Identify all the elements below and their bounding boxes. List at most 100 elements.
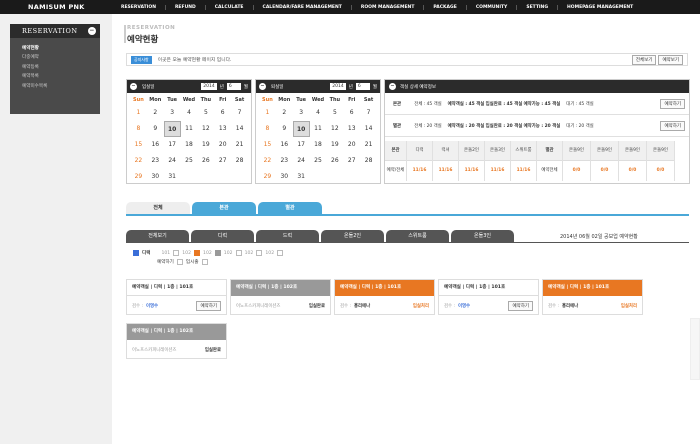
- sidebar-item-unpaid[interactable]: 예약미수목록: [22, 82, 100, 91]
- calendar-day[interactable]: 2: [276, 105, 293, 121]
- tab-main[interactable]: 본관: [192, 202, 256, 214]
- collapse-icon[interactable]: −: [88, 27, 96, 35]
- room-card[interactable]: 예약객실 | 디럭 | 1층 | 101호 검수 : 홍리에나 입실처리: [334, 279, 435, 315]
- tab-all[interactable]: 전체: [126, 202, 190, 214]
- reserve-button[interactable]: 예약하기: [660, 98, 685, 109]
- tab-deluxe[interactable]: 디럭: [191, 230, 254, 242]
- calendar-day[interactable]: 27: [214, 153, 231, 169]
- tab-drug[interactable]: 드럭: [256, 230, 319, 242]
- calendar-day[interactable]: 31: [293, 169, 310, 185]
- calendar-day[interactable]: 18: [310, 137, 327, 153]
- calendar-day[interactable]: 13: [343, 121, 360, 137]
- calendar-day[interactable]: 30: [147, 169, 164, 185]
- room-card[interactable]: 예약객실 | 디럭 | 1층 | 102호 이노프스카피니레이션즈 입실완료: [126, 323, 227, 359]
- calendar-day[interactable]: 22: [130, 153, 147, 169]
- calendar-day[interactable]: 31: [164, 169, 181, 185]
- calendar-day[interactable]: 7: [360, 105, 377, 121]
- calendar-day[interactable]: 19: [326, 137, 343, 153]
- reserve-button[interactable]: 예약하기: [196, 300, 221, 311]
- calendar-day[interactable]: 1: [259, 105, 276, 121]
- nav-item-calendar[interactable]: CALENDAR/FARE MANAGEMENT: [252, 4, 351, 10]
- legend-checkbox[interactable]: [133, 250, 139, 256]
- room-card[interactable]: 예약객실 | 디럭 | 1층 | 102호 이노프스카피니레이션즈 입실완료: [230, 279, 331, 315]
- calendar-day[interactable]: 29: [259, 169, 276, 185]
- calendar-day[interactable]: 6: [343, 105, 360, 121]
- nav-item-community[interactable]: COMMUNITY: [465, 4, 517, 10]
- calendar-day[interactable]: 24: [164, 153, 181, 169]
- calendar-day[interactable]: 17: [293, 137, 310, 153]
- calendar-day[interactable]: 27: [343, 153, 360, 169]
- tab-suite[interactable]: 스위트룸: [386, 230, 449, 242]
- calendar-day[interactable]: 9: [147, 121, 164, 137]
- view-all-button[interactable]: 전체보기: [631, 54, 657, 65]
- calendar-day[interactable]: 20: [214, 137, 231, 153]
- calendar-day[interactable]: 18: [181, 137, 198, 153]
- calendar-day[interactable]: 3: [293, 105, 310, 121]
- nav-item-reservation[interactable]: RESERVATION: [112, 5, 165, 10]
- calendar-day[interactable]: 12: [197, 121, 214, 137]
- calendar-day[interactable]: 15: [259, 137, 276, 153]
- view-reservation-button[interactable]: 예약보기: [658, 54, 683, 65]
- nav-item-homepage[interactable]: HOMEPAGE MANAGEMENT: [557, 4, 642, 10]
- calendar-day[interactable]: 1: [130, 105, 147, 121]
- calendar-day[interactable]: 25: [310, 153, 327, 169]
- room-card[interactable]: 예약객실 | 디럭 | 1층 | 101호 검수 : 홍리에나 입실처리: [542, 279, 643, 315]
- sidebar-item-status[interactable]: 예약현황: [22, 44, 100, 53]
- calendar-day[interactable]: 28: [360, 153, 377, 169]
- calendar-day[interactable]: 3: [164, 105, 181, 121]
- calendar-day[interactable]: 16: [147, 137, 164, 153]
- calendar-day[interactable]: 30: [276, 169, 293, 185]
- year-select[interactable]: 2014: [330, 83, 346, 90]
- tab-ondol2[interactable]: 온돌2인: [321, 230, 384, 242]
- calendar-day[interactable]: 13: [214, 121, 231, 137]
- calendar-day[interactable]: 12: [326, 121, 343, 137]
- calendar-day[interactable]: 26: [197, 153, 214, 169]
- reserve-button[interactable]: 예약하기: [660, 120, 685, 131]
- calendar-day[interactable]: 19: [197, 137, 214, 153]
- room-card[interactable]: 예약객실 | 디럭 | 1층 | 101호 검수 : 이영수 예약하기: [438, 279, 539, 315]
- sidebar-item-list[interactable]: 예약목록: [22, 72, 100, 81]
- prev-month-icon[interactable]: −: [259, 83, 266, 90]
- nav-item-calculate[interactable]: CALCULATE: [204, 4, 253, 10]
- calendar-day[interactable]: 4: [181, 105, 198, 121]
- scrollbar[interactable]: [690, 318, 700, 380]
- room-card[interactable]: 예약객실 | 디럭 | 1층 | 101호 검수 : 이영수 예약하기: [126, 279, 227, 315]
- year-select[interactable]: 2014: [201, 83, 217, 90]
- calendar-day[interactable]: 2: [147, 105, 164, 121]
- tab-ondol3[interactable]: 온돌3인: [451, 230, 514, 242]
- calendar-day[interactable]: 4: [310, 105, 327, 121]
- prev-month-icon[interactable]: −: [130, 83, 137, 90]
- nav-item-refund[interactable]: REFUND: [164, 4, 205, 10]
- month-select[interactable]: 6: [355, 83, 370, 90]
- sidebar-item-multi[interactable]: 다중예약: [22, 53, 100, 62]
- calendar-day[interactable]: 23: [147, 153, 164, 169]
- month-select[interactable]: 6: [226, 83, 241, 90]
- calendar-day[interactable]: 24: [293, 153, 310, 169]
- calendar-day[interactable]: 22: [259, 153, 276, 169]
- calendar-day[interactable]: 11: [181, 121, 198, 137]
- calendar-day[interactable]: 10: [292, 121, 310, 137]
- calendar-day[interactable]: 8: [130, 121, 147, 137]
- reserve-button[interactable]: 예약하기: [508, 300, 533, 311]
- calendar-day[interactable]: 21: [360, 137, 377, 153]
- sidebar-item-register[interactable]: 예약등록: [22, 63, 100, 72]
- calendar-day[interactable]: 17: [164, 137, 181, 153]
- calendar-day[interactable]: 20: [343, 137, 360, 153]
- calendar-day[interactable]: 11: [310, 121, 327, 137]
- calendar-day[interactable]: 25: [181, 153, 198, 169]
- tab-annex[interactable]: 별관: [258, 202, 322, 214]
- calendar-day[interactable]: 14: [360, 121, 377, 137]
- calendar-day[interactable]: 10: [163, 121, 181, 137]
- calendar-day[interactable]: 5: [197, 105, 214, 121]
- nav-item-package[interactable]: PACKAGE: [423, 4, 465, 10]
- calendar-day[interactable]: 9: [276, 121, 293, 137]
- tab-view-all[interactable]: 전체보기: [126, 230, 189, 242]
- calendar-day[interactable]: 6: [214, 105, 231, 121]
- calendar-day[interactable]: 15: [130, 137, 147, 153]
- calendar-day[interactable]: 14: [231, 121, 248, 137]
- calendar-day[interactable]: 7: [231, 105, 248, 121]
- logo[interactable]: NAMISUM PNK: [0, 3, 112, 11]
- calendar-day[interactable]: 23: [276, 153, 293, 169]
- nav-item-room[interactable]: ROOM MANAGEMENT: [350, 4, 424, 10]
- calendar-day[interactable]: 26: [326, 153, 343, 169]
